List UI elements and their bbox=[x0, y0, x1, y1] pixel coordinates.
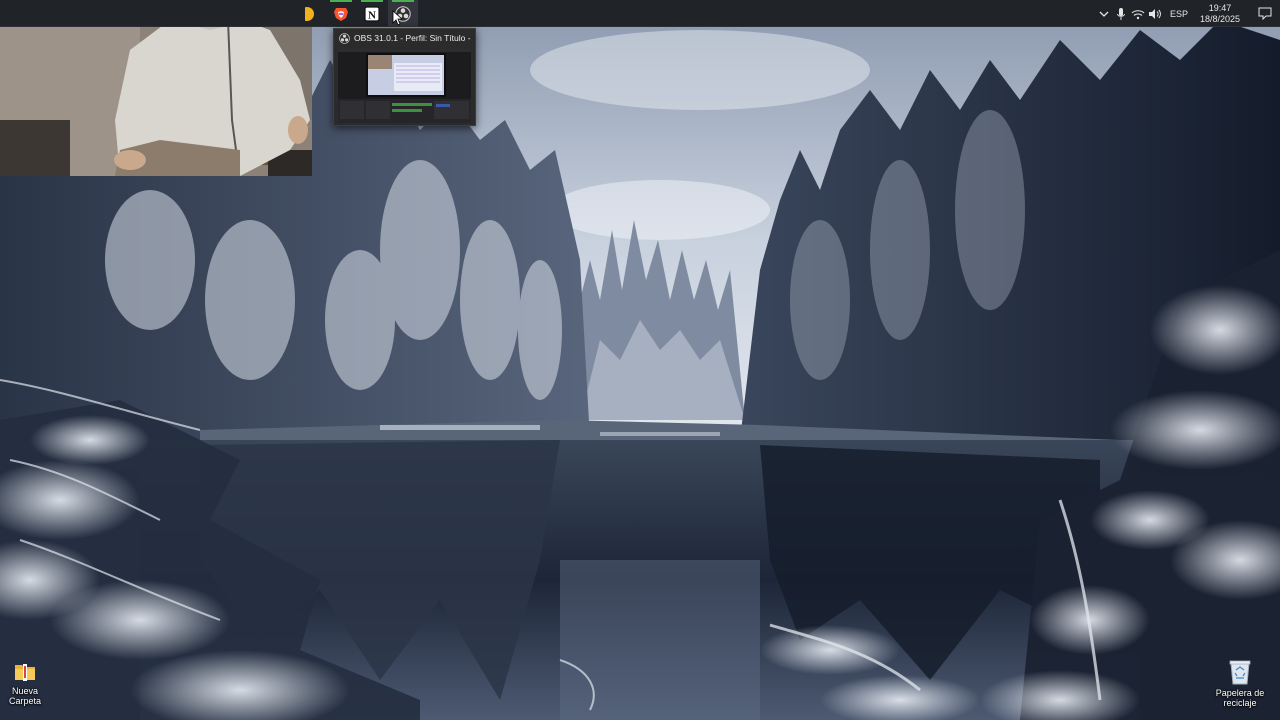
running-indicator bbox=[361, 0, 383, 2]
brave-lion-icon bbox=[334, 7, 348, 21]
obs-window-preview[interactable]: OBS 31.0.1 - Perfil: Sin Título - E... bbox=[333, 28, 476, 126]
taskbar-app-notion[interactable]: N bbox=[357, 0, 387, 27]
desktop-icon-label: Nueva Carpeta bbox=[0, 686, 55, 706]
label-line-2: Carpeta bbox=[8, 696, 42, 706]
mouse-cursor-icon bbox=[392, 10, 402, 26]
notion-n-icon: N bbox=[364, 5, 380, 22]
label-line-2: reciclaje bbox=[1223, 698, 1257, 708]
taskbar: N ESP 19:47 18/8/2025 bbox=[0, 0, 1280, 27]
taskbar-app-partial[interactable] bbox=[300, 0, 320, 27]
desktop-icon-label: Papelera de reciclaje bbox=[1210, 688, 1270, 708]
running-indicator bbox=[330, 0, 352, 2]
desktop-icon-nueva-carpeta[interactable]: Nueva Carpeta bbox=[0, 660, 55, 706]
label-line-1: Papelera de bbox=[1215, 688, 1265, 698]
clock-date: 18/8/2025 bbox=[1199, 13, 1240, 24]
clock[interactable]: 19:47 18/8/2025 bbox=[1196, 3, 1250, 25]
desktop-screen: N ESP 19:47 18/8/2025 OBS 31.0.1 - Perfi… bbox=[0, 0, 1280, 720]
desktop-icon-papelera[interactable]: Papelera de reciclaje bbox=[1210, 658, 1270, 708]
wifi-icon[interactable] bbox=[1130, 0, 1147, 27]
svg-text:N: N bbox=[368, 9, 376, 21]
running-indicator bbox=[392, 0, 414, 2]
app-icon-partial bbox=[305, 6, 314, 21]
clock-time: 19:47 bbox=[1208, 2, 1232, 13]
chevron-up-icon[interactable] bbox=[1096, 0, 1113, 27]
obs-preview-title: OBS 31.0.1 - Perfil: Sin Título - E... bbox=[354, 33, 472, 43]
obs-preview-header: OBS 31.0.1 - Perfil: Sin Título - E... bbox=[334, 29, 475, 47]
system-tray: ESP 19:47 18/8/2025 bbox=[1096, 0, 1280, 27]
volume-icon[interactable] bbox=[1147, 0, 1164, 27]
microphone-icon[interactable] bbox=[1113, 0, 1130, 27]
obs-preview-thumbnail bbox=[338, 49, 471, 123]
taskbar-app-brave[interactable] bbox=[326, 0, 356, 27]
label-line-1: Nueva bbox=[11, 686, 38, 696]
folder-icon bbox=[15, 664, 35, 681]
obs-studio-icon bbox=[339, 32, 350, 44]
recycle-bin-icon bbox=[1229, 660, 1251, 685]
language-indicator[interactable]: ESP bbox=[1164, 9, 1196, 19]
notification-icon[interactable] bbox=[1250, 0, 1280, 27]
